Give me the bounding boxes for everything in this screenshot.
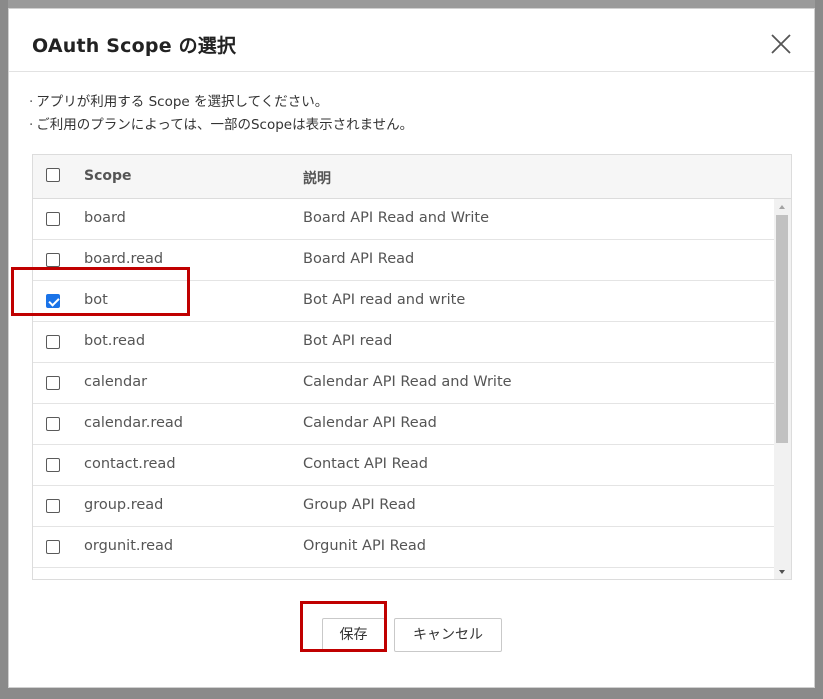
scope-checkbox[interactable] — [46, 540, 60, 554]
note-line: · アプリが利用する Scope を選択してください。 — [29, 91, 413, 114]
table-row[interactable]: bot.read Bot API read — [33, 322, 775, 363]
scope-name: board.read — [84, 251, 164, 267]
table-row[interactable]: orgunit.read Orgunit API Read — [33, 527, 775, 568]
column-header-scope: Scope — [84, 168, 132, 184]
dialog-header: OAuth Scope の選択 — [9, 9, 814, 72]
scope-description: Group API Read — [303, 497, 416, 513]
close-button[interactable] — [768, 31, 794, 57]
scope-name: contact.read — [84, 456, 176, 472]
scope-name: bot.read — [84, 333, 146, 349]
table-row[interactable] — [33, 568, 775, 579]
note-text: アプリが利用する Scope を選択してください。 — [36, 94, 329, 110]
scope-name: group.read — [84, 497, 164, 513]
instruction-notes: · アプリが利用する Scope を選択してください。 · ご利用のプランによっては… — [29, 91, 413, 137]
scope-name: bot — [84, 292, 108, 308]
table-row[interactable]: calendar.read Calendar API Read — [33, 404, 775, 445]
scope-table: Scope 説明 board Board API Read and Write bo… — [32, 154, 792, 580]
scope-name: calendar.read — [84, 415, 183, 431]
scope-checkbox[interactable] — [46, 499, 60, 513]
close-icon — [771, 34, 791, 54]
scope-checkbox[interactable] — [46, 294, 60, 308]
scope-description: Calendar API Read — [303, 415, 437, 431]
dialog-title: OAuth Scope の選択 — [32, 35, 237, 57]
note-line: · ご利用のプランによっては、一部のScopeは表示されません。 — [29, 114, 413, 137]
note-bullet: · — [29, 94, 34, 110]
scope-checkbox[interactable] — [46, 376, 60, 390]
cancel-button[interactable]: キャンセル — [394, 618, 502, 652]
table-row[interactable]: bot Bot API read and write — [33, 281, 775, 322]
background-page-header — [8, 0, 815, 8]
table-row[interactable]: board Board API Read and Write — [33, 199, 775, 240]
table-row[interactable]: group.read Group API Read — [33, 486, 775, 527]
scope-description: Contact API Read — [303, 456, 429, 472]
table-row[interactable]: board.read Board API Read — [33, 240, 775, 281]
scope-checkbox[interactable] — [46, 253, 60, 267]
select-all-checkbox[interactable] — [46, 168, 60, 182]
column-header-description: 説明 — [303, 171, 331, 187]
save-button[interactable]: 保存 — [322, 618, 385, 652]
table-row[interactable]: calendar Calendar API Read and Write — [33, 363, 775, 404]
scope-description: Bot API read and write — [303, 292, 466, 308]
table-body: board Board API Read and Write board.read B… — [33, 199, 775, 579]
scope-description: Board API Read — [303, 251, 415, 267]
scope-description: Board API Read and Write — [303, 210, 489, 226]
note-bullet: · — [29, 117, 34, 133]
scope-name: calendar — [84, 374, 148, 390]
scope-checkbox[interactable] — [46, 458, 60, 472]
scope-description: Bot API read — [303, 333, 393, 349]
scope-name: board — [84, 210, 126, 226]
table-header: Scope 説明 — [33, 155, 791, 199]
scroll-down-arrow-icon[interactable] — [774, 565, 791, 579]
scrollbar-thumb[interactable] — [776, 215, 788, 443]
note-text: ご利用のプランによっては、一部のScopeは表示されません。 — [36, 117, 414, 133]
oauth-scope-dialog: OAuth Scope の選択 · アプリが利用する Scope を選択してくださ… — [8, 8, 815, 688]
scope-checkbox[interactable] — [46, 417, 60, 431]
scope-name: orgunit.read — [84, 538, 174, 554]
table-row[interactable]: contact.read Contact API Read — [33, 445, 775, 486]
scope-description: Orgunit API Read — [303, 538, 427, 554]
scope-description: Calendar API Read and Write — [303, 374, 512, 390]
scope-checkbox[interactable] — [46, 335, 60, 349]
table-scrollbar[interactable] — [774, 199, 791, 579]
scroll-up-arrow-icon[interactable] — [774, 199, 791, 214]
scope-checkbox[interactable] — [46, 212, 60, 226]
